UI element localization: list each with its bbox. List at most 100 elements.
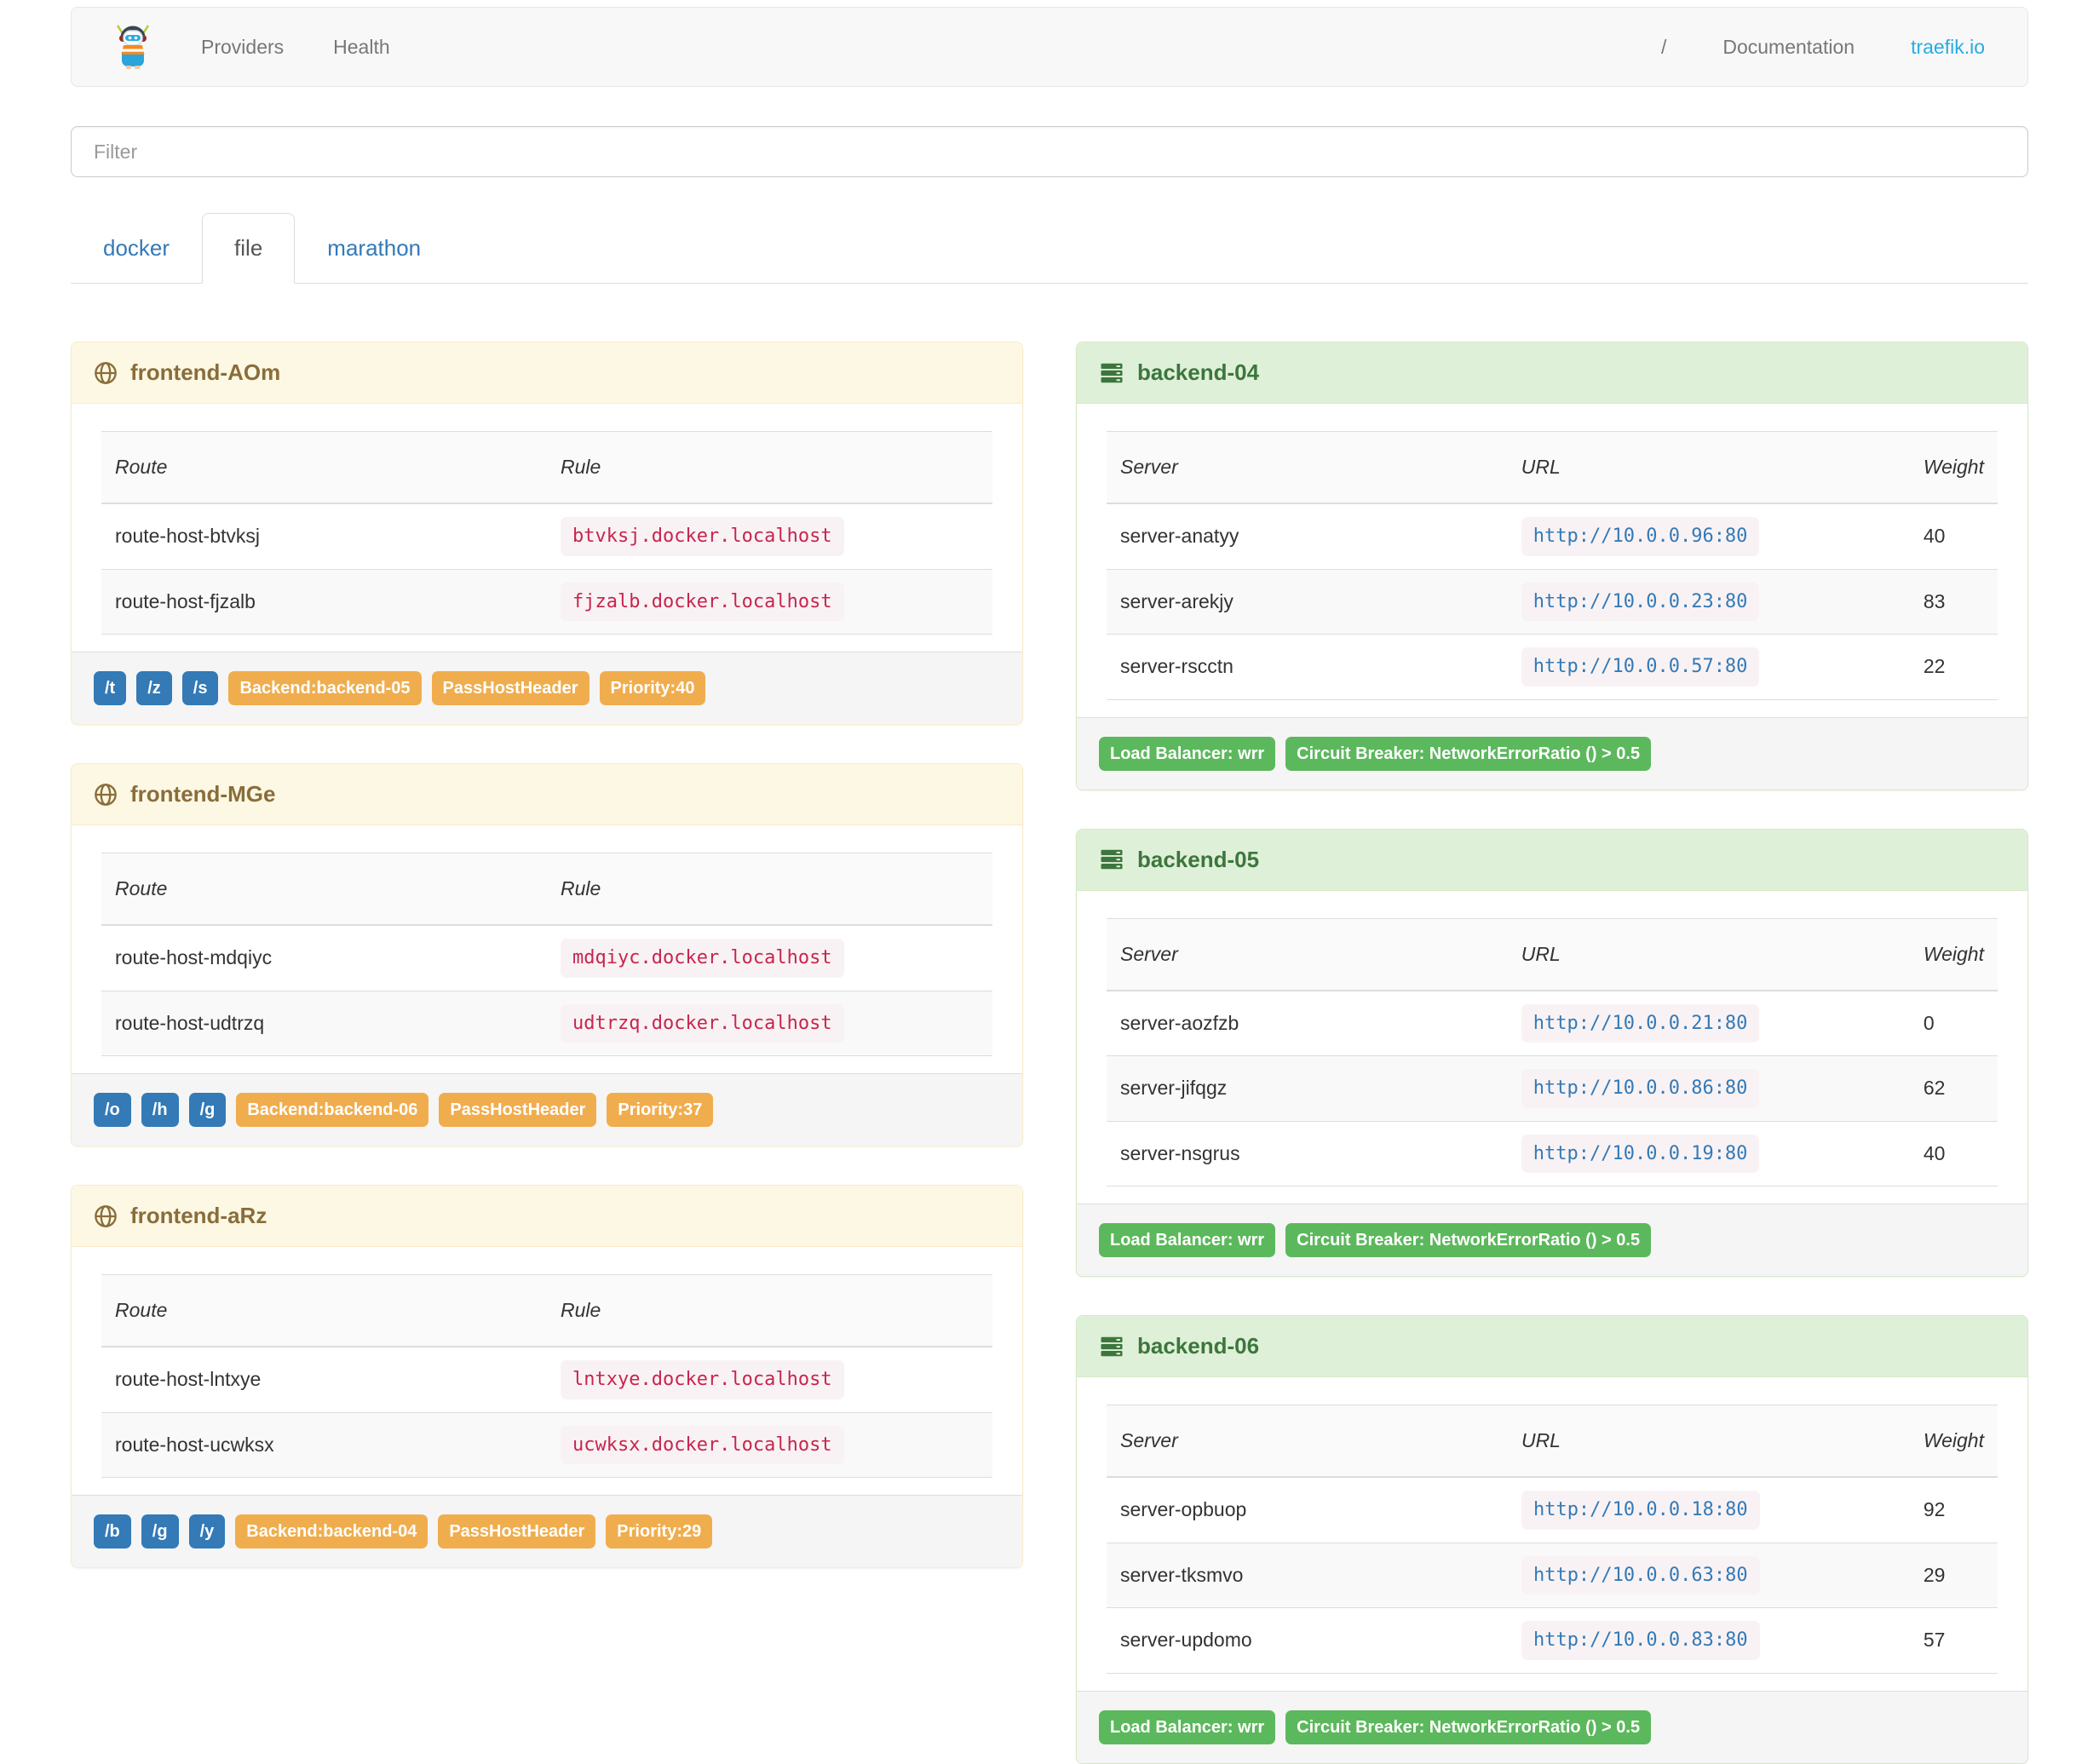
rule-code: fjzalb.docker.localhost [561, 582, 844, 621]
server-weight: 29 [1909, 1543, 1998, 1608]
table-row: server-nsgrus http://10.0.0.19:80 40 [1107, 1121, 1998, 1187]
priority-badge: Priority:40 [599, 671, 706, 705]
column-header-rule: Rule [547, 1274, 992, 1347]
backend-title: backend-06 [1137, 1333, 1260, 1359]
rule-code: lntxye.docker.localhost [561, 1360, 844, 1399]
server-url-link[interactable]: http://10.0.0.18:80 [1521, 1491, 1760, 1530]
rule-code: ucwksx.docker.localhost [561, 1425, 844, 1464]
frontend-card-footer: /t /z /s Backend:backend-05 PassHostHead… [72, 652, 1022, 724]
server-name: server-jifqgz [1107, 1055, 1508, 1122]
entrypoint-label: /z [136, 671, 172, 705]
nav-link-documentation[interactable]: Documentation [1722, 36, 1855, 59]
frontends-column: frontend-AOm Route Rule route-host-btvks… [71, 342, 1023, 1568]
server-weight: 0 [1909, 990, 1998, 1056]
server-weight: 62 [1909, 1055, 1998, 1122]
entrypoint-label: /h [141, 1093, 179, 1127]
frontend-card: frontend-MGe Route Rule route-host-mdqiy… [71, 763, 1023, 1146]
column-header-url: URL [1507, 431, 1910, 504]
nav-link-providers[interactable]: Providers [201, 36, 284, 59]
table-row: route-host-lntxye lntxye.docker.localhos… [101, 1347, 992, 1413]
tab-marathon[interactable]: marathon [295, 213, 453, 284]
routes-table: Route Rule route-host-mdqiyc mdqiyc.dock… [101, 853, 992, 1056]
server-url-link[interactable]: http://10.0.0.57:80 [1521, 647, 1760, 687]
backend-card: backend-04 Server URL Weight server-anat… [1076, 342, 2028, 790]
column-header-url: URL [1507, 917, 1910, 991]
frontend-title: frontend-MGe [130, 781, 276, 807]
load-balancer-badge: Load Balancer: wrr [1099, 1709, 1276, 1744]
server-url-link[interactable]: http://10.0.0.23:80 [1521, 582, 1760, 621]
column-header-route: Route [101, 431, 547, 504]
backend-card-header: backend-06 [1077, 1316, 2027, 1377]
column-header-url: URL [1507, 1405, 1910, 1478]
server-weight: 22 [1909, 634, 1998, 700]
nav-separator: / [1660, 35, 1667, 58]
backend-card: backend-06 Server URL Weight server-opbu… [1076, 1315, 2028, 1764]
backend-card-header: backend-05 [1077, 829, 2027, 891]
server-stack-icon [1099, 1334, 1124, 1359]
page-container: Providers Health / Documentation traefik… [71, 7, 2028, 1764]
globe-icon [94, 1204, 118, 1228]
frontend-card-body: Route Rule route-host-mdqiyc mdqiyc.dock… [72, 825, 1022, 1073]
table-row: route-host-btvksj btvksj.docker.localhos… [101, 503, 992, 570]
content-grid: frontend-AOm Route Rule route-host-btvks… [71, 342, 2028, 1764]
table-row: server-updomo http://10.0.0.83:80 57 [1107, 1607, 1998, 1674]
server-weight: 83 [1909, 569, 1998, 635]
frontend-card: frontend-AOm Route Rule route-host-btvks… [71, 342, 1023, 725]
backend-title: backend-04 [1137, 359, 1260, 385]
circuit-breaker-badge: Circuit Breaker: NetworkErrorRatio () > … [1285, 736, 1652, 771]
frontend-card: frontend-aRz Route Rule route-host-lntxy… [71, 1185, 1023, 1568]
servers-table: Server URL Weight server-aozfzb http://1… [1107, 917, 1998, 1187]
backend-card-footer: Load Balancer: wrr Circuit Breaker: Netw… [1077, 1204, 2027, 1276]
frontend-card-body: Route Rule route-host-lntxye lntxye.dock… [72, 1247, 1022, 1495]
column-header-server: Server [1107, 917, 1508, 991]
entrypoint-label: /y [188, 1514, 226, 1549]
entrypoint-label: /o [94, 1093, 131, 1127]
server-url-link[interactable]: http://10.0.0.83:80 [1521, 1621, 1760, 1660]
route-name: route-host-btvksj [101, 503, 547, 570]
server-url-link[interactable]: http://10.0.0.21:80 [1521, 1003, 1760, 1043]
frontend-card-header: frontend-AOm [72, 342, 1022, 404]
server-url-link[interactable]: http://10.0.0.63:80 [1521, 1555, 1760, 1594]
entrypoint-label: /g [141, 1514, 179, 1549]
passhostheader-badge: PassHostHeader [439, 1093, 597, 1127]
filter-input[interactable] [71, 126, 2028, 177]
rule-code: btvksj.docker.localhost [561, 517, 844, 556]
backend-card: backend-05 Server URL Weight server-aozf… [1076, 828, 2028, 1277]
table-row: server-aozfzb http://10.0.0.21:80 0 [1107, 990, 1998, 1056]
column-header-route: Route [101, 1274, 547, 1347]
table-row: server-anatyy http://10.0.0.96:80 40 [1107, 503, 1998, 570]
backend-ref-badge: Backend:backend-05 [228, 671, 422, 705]
server-url-link[interactable]: http://10.0.0.86:80 [1521, 1069, 1760, 1108]
backend-card-body: Server URL Weight server-anatyy http://1… [1077, 404, 2027, 717]
tab-docker[interactable]: docker [71, 213, 202, 284]
load-balancer-badge: Load Balancer: wrr [1099, 736, 1276, 771]
passhostheader-badge: PassHostHeader [438, 1514, 596, 1549]
column-header-rule: Rule [547, 431, 992, 504]
server-name: server-rscctn [1107, 634, 1508, 700]
nav-link-health[interactable]: Health [333, 36, 389, 59]
traefik-logo-icon [114, 22, 152, 72]
servers-table: Server URL Weight server-opbuop http://1… [1107, 1405, 1998, 1674]
column-header-server: Server [1107, 431, 1508, 504]
routes-table: Route Rule route-host-lntxye lntxye.dock… [101, 1274, 992, 1478]
rule-code: udtrzq.docker.localhost [561, 1003, 844, 1043]
server-weight: 40 [1909, 503, 1998, 570]
frontend-title: frontend-aRz [130, 1203, 267, 1228]
server-url-link[interactable]: http://10.0.0.96:80 [1521, 517, 1760, 556]
nav-link-traefik-io[interactable]: traefik.io [1911, 36, 1985, 59]
entrypoint-label: /b [94, 1514, 131, 1549]
route-name: route-host-fjzalb [101, 569, 547, 635]
entrypoint-label: /s [181, 671, 219, 705]
routes-table: Route Rule route-host-btvksj btvksj.dock… [101, 431, 992, 635]
backend-ref-badge: Backend:backend-06 [236, 1093, 429, 1127]
backend-title: backend-05 [1137, 846, 1260, 872]
tab-file[interactable]: file [202, 213, 296, 284]
entrypoint-label: /g [188, 1093, 227, 1127]
column-header-route: Route [101, 853, 547, 926]
priority-badge: Priority:37 [607, 1093, 714, 1127]
route-name: route-host-ucwksx [101, 1412, 547, 1478]
route-name: route-host-lntxye [101, 1347, 547, 1413]
server-stack-icon [1099, 360, 1124, 386]
server-url-link[interactable]: http://10.0.0.19:80 [1521, 1134, 1760, 1173]
server-name: server-updomo [1107, 1607, 1508, 1674]
